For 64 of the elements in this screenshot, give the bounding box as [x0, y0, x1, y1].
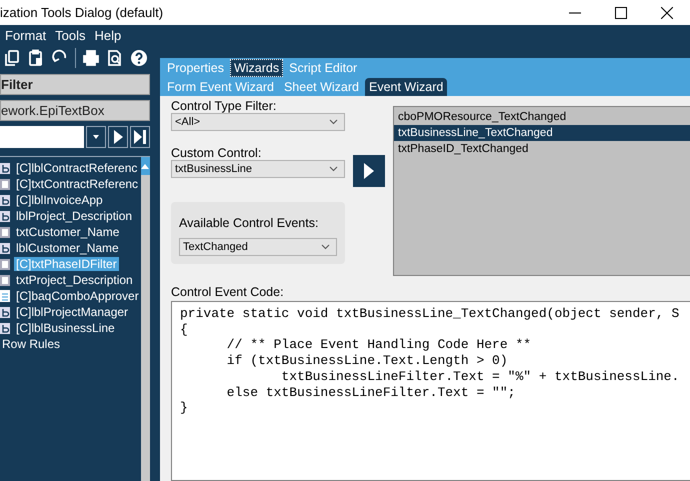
tree-item[interactable]: txtCustomer_Name [14, 225, 122, 239]
event-item[interactable]: txtPhaseID_TextChanged [394, 141, 690, 157]
control-type-dropdown[interactable]: <All> [171, 113, 345, 131]
event-item[interactable]: cboPMOResource_TextChanged [394, 109, 690, 125]
minimize-icon [569, 12, 581, 14]
tab[interactable]: Wizards [230, 59, 284, 77]
tree-item[interactable]: [C]lblProjectManager [14, 305, 130, 319]
tree-item[interactable]: txtProject_Description [14, 273, 135, 287]
find-field[interactable] [0, 126, 84, 148]
last-button[interactable] [130, 126, 150, 148]
tree-item[interactable]: [C]baqComboApprover [14, 289, 141, 303]
tree-item[interactable]: [C]txtContractReferenc [14, 177, 140, 191]
chevron-down-icon [329, 166, 338, 172]
tree-item[interactable]: Row Rules [0, 337, 62, 351]
skip-end-icon [134, 130, 146, 144]
play-icon [114, 130, 122, 144]
menu-item[interactable]: Format [5, 28, 46, 42]
code-editor[interactable] [171, 301, 690, 481]
code-line: } [180, 400, 189, 416]
event-item[interactable]: txtBusinessLine_TextChanged [394, 125, 690, 141]
code-line: if (txtBusinessLine.Text.Length > 0) [226, 353, 509, 369]
textbox-icon [0, 178, 10, 190]
combo-icon [0, 290, 10, 302]
code-line: else txtBusinessLineFilter.Text = ""; [226, 384, 516, 400]
textbox-icon [0, 274, 10, 286]
dropdown-button[interactable] [86, 126, 106, 148]
menu-item[interactable]: Help [94, 28, 122, 42]
maximize-icon [615, 6, 627, 18]
scrollbar[interactable] [140, 157, 150, 481]
help-icon[interactable] [130, 49, 148, 67]
code-line: txtBusinessLineFilter.Text = "%" + txtBusinessLine. [280, 368, 680, 385]
caret-up-icon [141, 164, 150, 168]
close-icon [661, 6, 673, 18]
caret-down-icon [93, 135, 99, 139]
field-label: Available Control Events: [179, 216, 320, 230]
print-icon[interactable] [82, 49, 100, 67]
textbox-icon [0, 226, 10, 238]
type-field: ework.EpiTextBox [0, 100, 150, 121]
add-button[interactable] [353, 155, 385, 187]
tab[interactable]: Event Wizard [365, 78, 448, 96]
tree-item[interactable]: [C]lblContractReferenc [14, 161, 140, 175]
play-icon [364, 163, 374, 179]
tree-item[interactable]: [C]lblBusinessLine [14, 321, 117, 335]
code-line: private static void txtBusinessLine_TextChanged(object sender, S [180, 306, 680, 322]
window-title: ization Tools Dialog (default) [0, 5, 164, 20]
custom-control-dropdown[interactable]: txtBusinessLine [171, 160, 345, 178]
tree-item[interactable]: lblProject_Description [14, 209, 134, 223]
tree-item[interactable]: lblCustomer_Name [14, 241, 121, 255]
chevron-down-icon [321, 244, 330, 250]
copy-icon[interactable] [3, 49, 21, 67]
field-label: Control Event Code: [171, 285, 285, 299]
next-button[interactable] [108, 126, 128, 148]
textbox-icon [0, 258, 10, 270]
menu-item[interactable]: Tools [55, 28, 86, 42]
tree-item[interactable]: [C]lblInvoiceApp [14, 193, 105, 207]
paste-icon[interactable] [27, 49, 45, 67]
code-line: { [180, 322, 189, 338]
code-line: // ** Place Event Handling Code Here ** [226, 337, 532, 354]
preview-icon[interactable] [106, 49, 124, 67]
chevron-down-icon [329, 119, 338, 125]
field-label: Control Type Filter: [171, 99, 278, 113]
field-label: Custom Control: [171, 146, 262, 160]
events-dropdown[interactable]: TextChanged [179, 238, 337, 256]
panel-header: Filter [0, 74, 150, 95]
